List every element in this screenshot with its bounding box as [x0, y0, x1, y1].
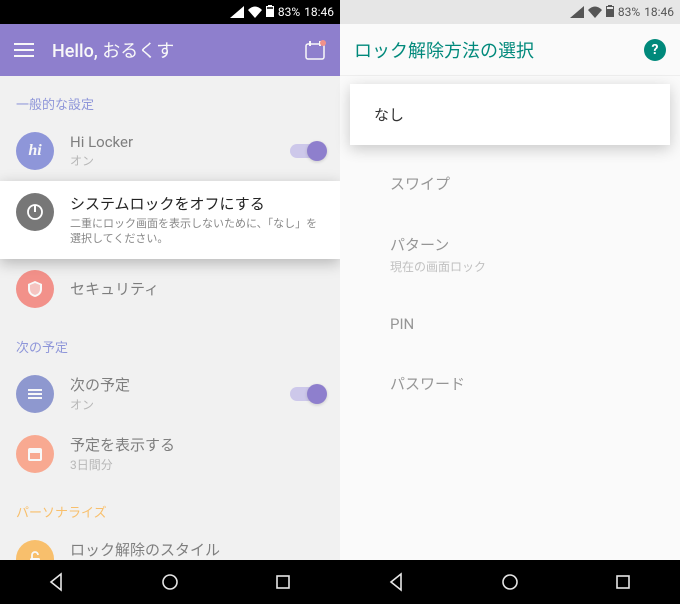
- nav-bar: [0, 560, 340, 604]
- wifi-icon: [248, 6, 262, 18]
- option-swipe[interactable]: スワイプ: [340, 153, 680, 214]
- battery-icon: [266, 5, 274, 20]
- agenda-toggle[interactable]: [290, 387, 324, 401]
- wifi-icon: [588, 6, 602, 18]
- item-hilocker[interactable]: hi Hi Locker オン: [0, 121, 340, 181]
- power-icon: [16, 193, 54, 231]
- option-pin[interactable]: PIN: [340, 295, 680, 353]
- item-show-schedule[interactable]: 予定を表示する 3日間分: [0, 424, 340, 484]
- calendar-icon: [16, 435, 54, 473]
- status-time: 18:46: [644, 5, 674, 19]
- unlock-icon: [16, 540, 54, 560]
- item-sub: オン: [70, 153, 274, 170]
- option-sub: 現在の画面ロック: [390, 258, 656, 275]
- signal-icon: [570, 6, 584, 18]
- option-password[interactable]: パスワード: [340, 353, 680, 414]
- hilocker-icon: hi: [16, 132, 54, 170]
- item-security[interactable]: セキュリティ: [0, 259, 340, 319]
- item-title: 予定を表示する: [70, 434, 324, 455]
- agenda-icon: [16, 375, 54, 413]
- option-label: なし: [374, 104, 646, 125]
- section-personalize: パーソナライズ: [0, 484, 340, 529]
- item-title: システムロックをオフにする: [70, 193, 324, 214]
- nav-recents-icon[interactable]: [273, 572, 293, 592]
- status-bar: 83% 18:46: [340, 0, 680, 24]
- app-bar: Hello, おるくす: [0, 24, 340, 76]
- item-sub: 3日間分: [70, 457, 324, 474]
- lock-options-list: なし スワイプ パターン 現在の画面ロック PIN パスワード: [340, 76, 680, 560]
- right-screen: 83% 18:46 ロック解除方法の選択 ? なし スワイプ パターン 現在の画…: [340, 0, 680, 604]
- status-time: 18:46: [304, 5, 334, 19]
- left-screen: 83% 18:46 Hello, おるくす 一般的な設定 hi Hi Locke…: [0, 0, 340, 604]
- section-upcoming: 次の予定: [0, 319, 340, 364]
- item-system-lock-off[interactable]: システムロックをオフにする 二重にロック画面を表示しないために、「なし」を選択し…: [0, 181, 340, 259]
- option-pattern[interactable]: パターン 現在の画面ロック: [340, 214, 680, 295]
- item-title: ロック解除のスタイル: [70, 539, 324, 560]
- item-agenda[interactable]: 次の予定 オン: [0, 364, 340, 424]
- settings-list: 一般的な設定 hi Hi Locker オン システムロックをオフにする 二重に…: [0, 76, 340, 560]
- hilocker-toggle[interactable]: [290, 144, 324, 158]
- option-none[interactable]: なし: [350, 84, 670, 145]
- nav-back-icon[interactable]: [387, 572, 407, 592]
- nav-bar: [340, 560, 680, 604]
- option-label: パターン: [390, 234, 656, 255]
- item-title: Hi Locker: [70, 133, 274, 151]
- item-sub: オン: [70, 397, 274, 414]
- battery-icon: [606, 5, 614, 20]
- signal-icon: [230, 6, 244, 18]
- item-sub: 二重にロック画面を表示しないために、「なし」を選択してください。: [70, 216, 324, 247]
- option-label: PIN: [390, 315, 656, 333]
- page-title: Hello, おるくす: [52, 37, 286, 63]
- calendar-badge-icon[interactable]: [304, 40, 326, 60]
- hamburger-icon[interactable]: [14, 43, 34, 57]
- help-icon[interactable]: ?: [644, 39, 666, 61]
- page-title: ロック解除方法の選択: [354, 37, 626, 63]
- item-title: 次の予定: [70, 374, 274, 395]
- nav-home-icon[interactable]: [160, 572, 180, 592]
- section-general: 一般的な設定: [0, 76, 340, 121]
- status-bar: 83% 18:46: [0, 0, 340, 24]
- shield-icon: [16, 270, 54, 308]
- battery-pct: 83%: [618, 5, 640, 19]
- nav-home-icon[interactable]: [500, 572, 520, 592]
- option-label: パスワード: [390, 373, 656, 394]
- nav-back-icon[interactable]: [47, 572, 67, 592]
- battery-pct: 83%: [278, 5, 300, 19]
- nav-recents-icon[interactable]: [613, 572, 633, 592]
- option-label: スワイプ: [390, 173, 656, 194]
- item-title: セキュリティ: [70, 278, 324, 299]
- app-bar: ロック解除方法の選択 ?: [340, 24, 680, 76]
- item-unlock-style[interactable]: ロック解除のスタイル クラシックテーマ: [0, 529, 340, 560]
